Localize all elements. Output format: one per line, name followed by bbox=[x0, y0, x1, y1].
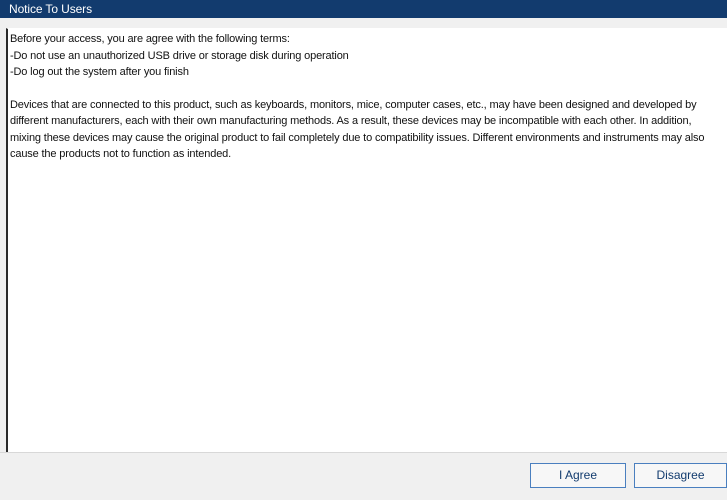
notice-term-1: -Do not use an unauthorized USB drive or… bbox=[10, 49, 349, 62]
notice-term-2: -Do log out the system after you finish bbox=[10, 66, 189, 78]
notice-dialog: Notice To Users Before your access, you … bbox=[0, 0, 727, 500]
notice-intro: Before your access, you are agree with t… bbox=[10, 33, 290, 45]
agree-button[interactable]: I Agree bbox=[530, 463, 626, 488]
notice-body: Devices that are connected to this produ… bbox=[10, 98, 705, 161]
dialog-footer: I Agree Disagree bbox=[0, 452, 727, 500]
notice-text-area[interactable]: Before your access, you are agree with t… bbox=[6, 28, 727, 452]
notice-text: Before your access, you are agree with t… bbox=[10, 31, 723, 163]
dialog-title: Notice To Users bbox=[0, 0, 727, 18]
disagree-button[interactable]: Disagree bbox=[634, 463, 727, 488]
